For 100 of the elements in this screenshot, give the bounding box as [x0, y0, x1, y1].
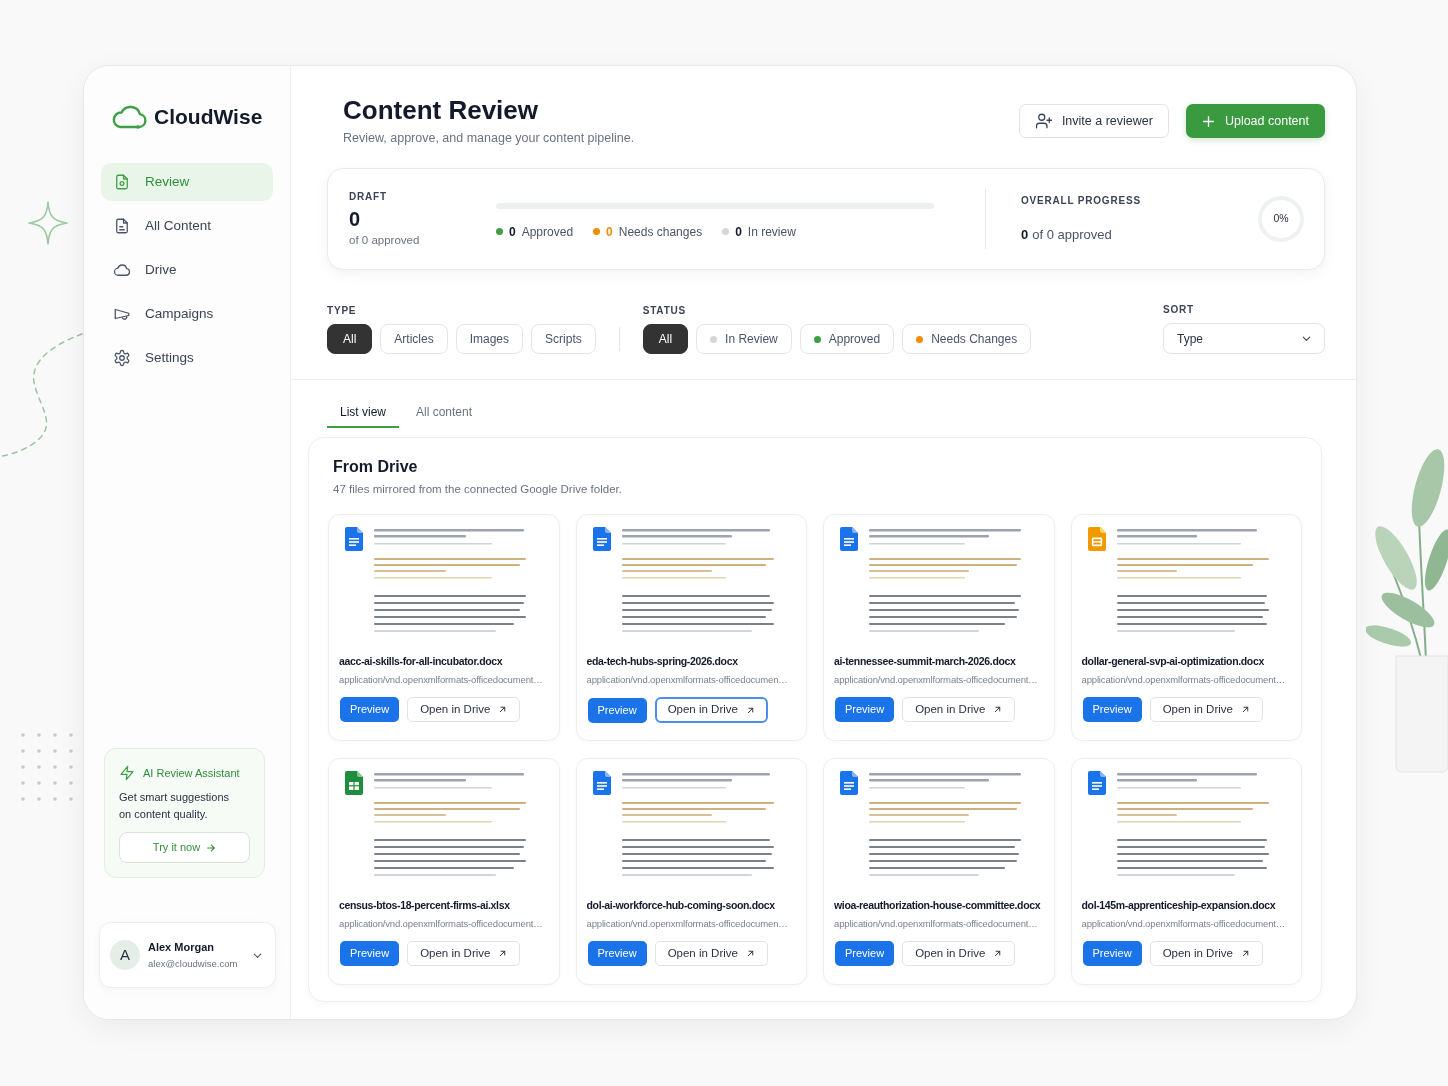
- draft-label: DRAFT: [349, 190, 388, 204]
- file-type: application/vnd.openxmlformats-officedocument…: [1081, 673, 1287, 686]
- avatar: A: [110, 940, 140, 970]
- external-link-icon: [1240, 705, 1250, 714]
- preview-button[interactable]: Preview: [1082, 697, 1142, 722]
- preview-button[interactable]: Preview: [340, 941, 400, 966]
- spreadsheet-file-icon: [345, 771, 363, 795]
- open-in-drive-button[interactable]: Open in Drive: [1149, 941, 1263, 966]
- nav-item[interactable]: Campaigns: [101, 295, 273, 333]
- open-in-drive-button[interactable]: Open in Drive: [654, 941, 768, 966]
- file-name: aacc-ai-skills-for-all-incubator.docx: [339, 654, 504, 669]
- document-file-icon: [592, 771, 611, 795]
- filter-label: SORT: [1163, 303, 1195, 317]
- open-in-drive-button[interactable]: Open in Drive: [654, 697, 768, 723]
- filter-label: TYPE: [327, 304, 358, 318]
- file-type: application/vnd.openxmlformats-officedocument…: [339, 673, 544, 686]
- plus-icon: [1201, 114, 1215, 128]
- legend-label: Approved: [521, 223, 574, 240]
- document-file-icon: [592, 527, 611, 551]
- external-link-icon: [745, 949, 755, 958]
- dot-grid-drawing: [19, 731, 75, 803]
- file-type: application/vnd.openxmlformats-officedocument…: [834, 917, 1039, 930]
- open-in-drive-button[interactable]: Open in Drive: [1149, 697, 1263, 722]
- file-name: ai-tennessee-summit-march-2026.docx: [834, 654, 1017, 669]
- preview-button[interactable]: Preview: [835, 697, 895, 722]
- filter-chip[interactable]: All: [642, 324, 689, 354]
- filter-chip[interactable]: Approved: [799, 324, 895, 354]
- document-file-icon: [1087, 771, 1106, 795]
- file-name: dol-ai-workforce-hub-coming-soon.docx: [586, 898, 776, 913]
- file-name: census-btos-18-percent-firms-ai.xlsx: [339, 898, 511, 913]
- open-in-drive-button[interactable]: Open in Drive: [407, 941, 521, 966]
- cloud-icon: [113, 261, 131, 279]
- sort-select[interactable]: Type: [1163, 323, 1325, 354]
- slides-file-icon: [1087, 527, 1106, 551]
- draft-caption: of 0 approved: [349, 233, 421, 248]
- chevron-down-icon: [1301, 333, 1312, 344]
- lightning-icon: [119, 764, 135, 782]
- file-type: application/vnd.openxmlformats-officedocumen…: [586, 673, 789, 686]
- document-file-icon: [840, 771, 858, 795]
- file-name: dol-145m-apprenticeship-expansion.docx: [1081, 898, 1277, 913]
- file-type: application/vnd.openxmlformats-officedocumen…: [586, 917, 789, 930]
- file-text-icon: [113, 217, 131, 235]
- overall-count: 0: [1021, 226, 1029, 244]
- preview-button[interactable]: Preview: [340, 697, 400, 722]
- legend-count: 0: [735, 223, 742, 240]
- external-link-icon: [993, 705, 1003, 714]
- upload-content-button[interactable]: Upload content: [1185, 104, 1325, 138]
- user-plus-icon: [1034, 112, 1053, 130]
- filter-chip[interactable]: Images: [455, 324, 524, 354]
- arrow-right-icon: [206, 842, 217, 853]
- section-title: From Drive: [333, 457, 419, 477]
- file-name: eda-tech-hubs-spring-2026.docx: [586, 654, 739, 669]
- document-file-icon: [840, 527, 858, 551]
- external-link-icon: [745, 705, 755, 715]
- preview-button[interactable]: Preview: [587, 941, 647, 966]
- nav-item[interactable]: All Content: [101, 207, 273, 245]
- nav-item[interactable]: Settings: [101, 339, 273, 377]
- open-in-drive-button[interactable]: Open in Drive: [902, 941, 1016, 966]
- external-link-icon: [498, 949, 508, 958]
- filter-chip[interactable]: In Review: [696, 324, 792, 354]
- nav-item[interactable]: Drive: [101, 251, 273, 289]
- legend-count: 0: [606, 223, 613, 240]
- progress-percent: 0%: [1273, 211, 1289, 227]
- preview-button[interactable]: Preview: [835, 941, 895, 966]
- preview-button[interactable]: Preview: [587, 697, 647, 723]
- settings-icon: [113, 349, 131, 367]
- overall-text: of 0 approved: [1032, 226, 1112, 244]
- view-tab[interactable]: All content: [403, 397, 486, 428]
- file-name: wioa-reauthorization-house-committee.docx: [834, 898, 1042, 913]
- page-subtitle: Review, approve, and manage your content pipeline.: [343, 130, 635, 146]
- filter-chip[interactable]: Needs Changes: [902, 324, 1032, 354]
- open-in-drive-button[interactable]: Open in Drive: [407, 697, 521, 722]
- document-icon: [113, 173, 131, 191]
- filter-label: STATUS: [642, 304, 688, 318]
- file-name: dollar-general-svp-ai-optimization.docx: [1081, 654, 1265, 669]
- section-subtitle: 47 files mirrored from the connected Google Drive folder.: [333, 482, 623, 497]
- nav-item[interactable]: Review: [101, 163, 273, 201]
- filter-chip[interactable]: All: [327, 324, 373, 354]
- legend-label: Needs changes: [618, 223, 703, 240]
- open-in-drive-button[interactable]: Open in Drive: [902, 697, 1016, 722]
- assistant-title: AI Review Assistant: [143, 766, 240, 781]
- external-link-icon: [993, 949, 1003, 958]
- legend-count: 0: [509, 223, 516, 240]
- filter-chip[interactable]: Articles: [380, 324, 448, 354]
- view-tab[interactable]: List view: [327, 397, 399, 428]
- sparkle-icon: [27, 200, 69, 246]
- file-type: application/vnd.openxmlformats-officedocument…: [1081, 917, 1287, 930]
- cloud-logo-icon: [111, 104, 147, 130]
- preview-button[interactable]: Preview: [1082, 941, 1142, 966]
- file-type: application/vnd.openxmlformats-officedocument…: [834, 673, 1039, 686]
- invite-reviewer-button[interactable]: Invite a reviewer: [1018, 104, 1169, 138]
- file-type: application/vnd.openxmlformats-officedocument…: [339, 917, 544, 930]
- try-it-now-button[interactable]: Try it now: [119, 832, 250, 863]
- document-file-icon: [345, 527, 363, 551]
- user-name: Alex Morgan: [148, 939, 215, 955]
- external-link-icon: [498, 705, 508, 714]
- assistant-text: Get smart suggestions on content quality.: [119, 790, 231, 822]
- overall-label: OVERALL PROGRESS: [1021, 194, 1141, 208]
- legend-label: In review: [747, 223, 796, 240]
- filter-chip[interactable]: Scripts: [531, 324, 596, 354]
